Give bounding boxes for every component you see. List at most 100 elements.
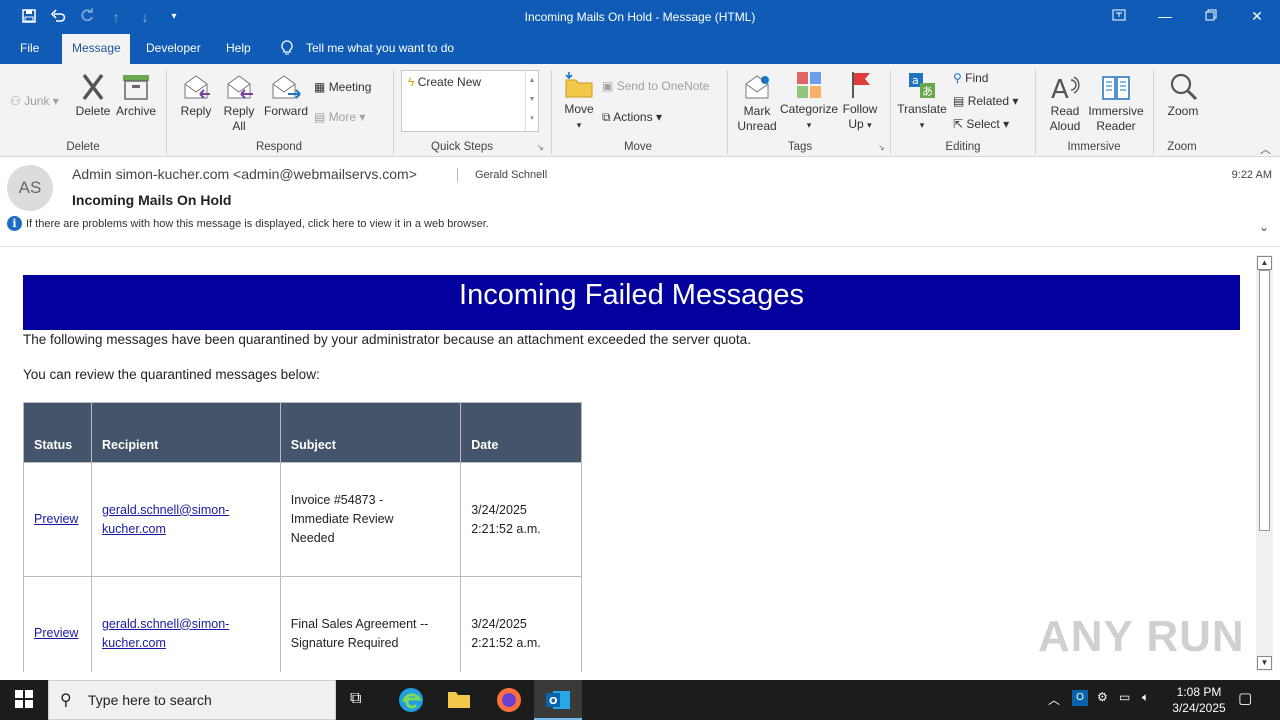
edge-icon[interactable]: [398, 687, 424, 716]
tab-file[interactable]: File: [10, 34, 49, 64]
actions-button[interactable]: ⧉ Actions ▾: [602, 110, 662, 125]
message-subject: Incoming Mails On Hold: [72, 192, 232, 208]
collapse-ribbon-icon[interactable]: ︿: [1260, 141, 1271, 157]
lightbulb-icon: [277, 40, 297, 60]
mark-unread-button[interactable]: Mark Unread: [734, 72, 780, 134]
svg-text:A: A: [1051, 75, 1069, 102]
reply-button[interactable]: Reply: [176, 72, 216, 119]
translate-button[interactable]: aあ Translate ▾: [896, 70, 948, 133]
info-icon: i: [7, 216, 22, 231]
message-body: Incoming Failed Messages The following m…: [0, 248, 1256, 672]
translate-icon: aあ: [909, 73, 935, 98]
reply-all-button[interactable]: Reply All: [218, 72, 260, 134]
system-clock[interactable]: 1:08 PM 3/24/2025: [1169, 684, 1229, 716]
restore-icon[interactable]: [1196, 6, 1226, 28]
group-divider: [393, 70, 394, 154]
actions-icon: ⧉: [602, 110, 611, 124]
title-bar: ↑ ↓ ▾ Incoming Mails On Hold - Message (…: [0, 0, 1280, 34]
expand-header-icon[interactable]: ⌄: [1259, 220, 1269, 234]
group-divider: [166, 70, 167, 154]
watermark-logo: ANY RUN: [1038, 612, 1245, 661]
update-icon[interactable]: ⚙: [1097, 690, 1108, 704]
svg-text:a: a: [912, 74, 919, 87]
related-icon: ▤: [953, 94, 965, 108]
show-hidden-icons-icon[interactable]: ︿: [1048, 691, 1060, 708]
date-cell: 3/24/2025 2:21:52 a.m.: [460, 576, 582, 672]
file-explorer-icon[interactable]: [447, 689, 471, 712]
recipient-cell: gerald.schnell@simon-kucher.com: [90, 462, 281, 577]
column-header-status: Status: [23, 402, 92, 463]
volume-icon[interactable]: 🔈︎: [1142, 690, 1149, 705]
scrollbar-thumb[interactable]: [1259, 270, 1270, 531]
tab-help[interactable]: Help: [216, 34, 261, 64]
preview-link[interactable]: Preview: [34, 626, 78, 640]
table-row: Preview gerald.schnell@simon-kucher.com …: [23, 576, 582, 672]
email-paragraph: The following messages have been quarant…: [23, 332, 751, 347]
quick-steps-gallery[interactable]: ϟ Create New ▲ ▼ ▾: [401, 70, 539, 132]
minimize-icon[interactable]: —: [1150, 6, 1180, 28]
email-paragraph: You can review the quarantined messages …: [23, 367, 320, 382]
recipient-link[interactable]: gerald.schnell@simon-kucher.com: [102, 617, 229, 650]
quick-steps-launcher-icon[interactable]: ↘: [537, 143, 544, 152]
recipient-link[interactable]: gerald.schnell@simon-kucher.com: [102, 503, 229, 536]
tab-developer[interactable]: Developer: [136, 34, 211, 64]
select-button[interactable]: ⇱ Select ▾: [953, 117, 1009, 131]
mark-unread-icon: [745, 75, 769, 99]
column-header-subject: Subject: [279, 402, 462, 463]
ribbon-tabs: File Message Developer Help Tell me what…: [0, 34, 1280, 64]
search-icon: ⚲: [60, 692, 72, 709]
select-cursor-icon: ⇱: [953, 117, 964, 131]
svg-text:あ: あ: [922, 85, 933, 98]
junk-button[interactable]: ⚇ Junk ▾: [10, 94, 59, 108]
quick-steps-scroll[interactable]: ▲ ▼ ▾: [525, 71, 538, 131]
outlook-tray-icon[interactable]: O: [1072, 690, 1088, 706]
notifications-icon[interactable]: ▢: [1238, 689, 1252, 707]
close-icon[interactable]: ✕: [1242, 6, 1272, 28]
column-header-date: Date: [460, 402, 582, 463]
read-aloud-button[interactable]: A Read Aloud: [1042, 72, 1088, 134]
archive-button[interactable]: Archive: [114, 72, 158, 119]
reply-all-icon: [227, 75, 253, 99]
group-tags-label: Tags: [787, 141, 813, 153]
meeting-button[interactable]: ▦ Meeting: [314, 80, 371, 94]
start-icon[interactable]: [15, 690, 33, 711]
tags-launcher-icon[interactable]: ↘: [878, 143, 885, 152]
group-divider: [890, 70, 891, 154]
send-to-onenote-button[interactable]: ▣ Send to OneNote: [602, 79, 709, 93]
quick-step-create-new[interactable]: ϟ Create New: [408, 75, 481, 89]
scroll-up-arrow[interactable]: ▲: [1257, 256, 1272, 270]
tell-me-search[interactable]: Tell me what you want to do: [296, 34, 464, 64]
preview-link[interactable]: Preview: [34, 512, 78, 526]
recipient-cell: gerald.schnell@simon-kucher.com: [90, 576, 281, 672]
move-button[interactable]: Move ▾: [560, 70, 598, 133]
related-button[interactable]: ▤ Related ▾: [953, 94, 1018, 108]
immersive-reader-button[interactable]: Immersive Reader: [1086, 72, 1146, 134]
tab-message[interactable]: Message: [62, 34, 130, 64]
task-view-icon[interactable]: ⧉: [350, 690, 361, 708]
categorize-button[interactable]: Categorize ▾: [780, 70, 838, 133]
onenote-icon: ▣: [602, 79, 614, 93]
more-button[interactable]: ▤ More ▾: [314, 110, 365, 124]
delete-button[interactable]: Delete: [72, 72, 114, 119]
group-respond-label: Respond: [255, 141, 303, 153]
firefox-icon[interactable]: [496, 687, 522, 716]
clock-time: 1:08 PM: [1176, 685, 1222, 699]
window-title: Incoming Mails On Hold - Message (HTML): [524, 10, 756, 24]
scroll-down-arrow[interactable]: ▼: [1257, 656, 1272, 670]
sent-time: 9:22 AM: [1231, 169, 1272, 181]
forward-button[interactable]: Forward: [262, 72, 310, 119]
table-header-row: Status Recipient Subject Date: [23, 402, 582, 463]
sender[interactable]: Admin simon-kucher.com <admin@webmailser…: [72, 166, 417, 182]
taskbar-search-placeholder: Type here to search: [88, 692, 212, 708]
info-bar-link[interactable]: If there are problems with how this mess…: [26, 218, 489, 230]
subject-cell: Final Sales Agreement -- Signature Requir…: [279, 576, 462, 672]
magnifier-icon: [1170, 73, 1198, 101]
zoom-button[interactable]: Zoom: [1160, 72, 1206, 119]
find-button[interactable]: ⚲ Find: [953, 71, 988, 85]
recipient[interactable]: Gerald Schnell: [475, 169, 547, 181]
follow-up-button[interactable]: Follow Up ▾: [840, 70, 880, 133]
reply-icon: [184, 75, 210, 99]
find-icon: ⚲: [953, 71, 962, 85]
ribbon-display-options-icon[interactable]: [1104, 6, 1134, 28]
network-icon[interactable]: ▭: [1119, 690, 1130, 704]
